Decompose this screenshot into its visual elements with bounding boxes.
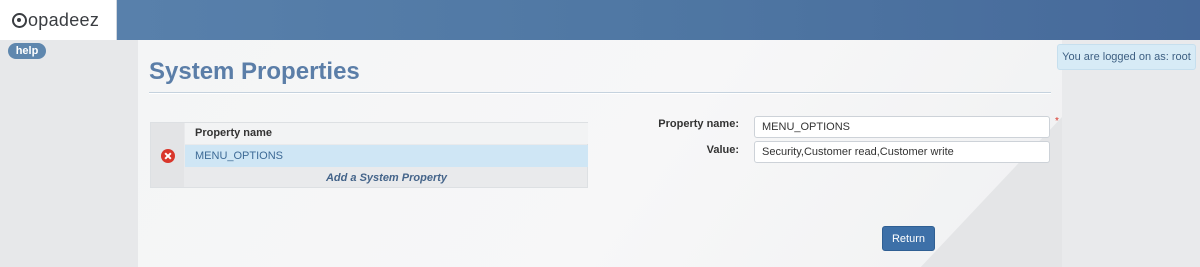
property-name-label: Property name: bbox=[658, 118, 739, 130]
value-label: Value: bbox=[706, 144, 739, 156]
right-panel bbox=[1062, 40, 1200, 267]
title-divider bbox=[149, 92, 1051, 94]
required-marker: * bbox=[1055, 116, 1059, 127]
main-content: System Properties Property name MENU_OPT… bbox=[138, 40, 1062, 267]
value-input[interactable] bbox=[754, 141, 1050, 163]
return-button[interactable]: Return bbox=[882, 226, 935, 251]
login-status-badge: You are logged on as: root bbox=[1057, 44, 1196, 70]
column-header-property-name: Property name bbox=[185, 123, 588, 144]
delete-icon[interactable] bbox=[161, 149, 175, 163]
help-button[interactable]: help bbox=[8, 43, 46, 59]
page-title: System Properties bbox=[149, 58, 360, 85]
properties-table: Property name MENU_OPTIONS Add a System … bbox=[150, 122, 588, 188]
logo-text: opadeez bbox=[28, 9, 100, 30]
table-row[interactable]: MENU_OPTIONS bbox=[185, 145, 588, 167]
logo-icon bbox=[12, 12, 27, 28]
add-system-property-link[interactable]: Add a System Property bbox=[185, 169, 588, 187]
property-name-input[interactable] bbox=[754, 116, 1050, 138]
top-header-bar bbox=[0, 0, 1200, 40]
app-logo[interactable]: opadeez bbox=[0, 0, 117, 40]
